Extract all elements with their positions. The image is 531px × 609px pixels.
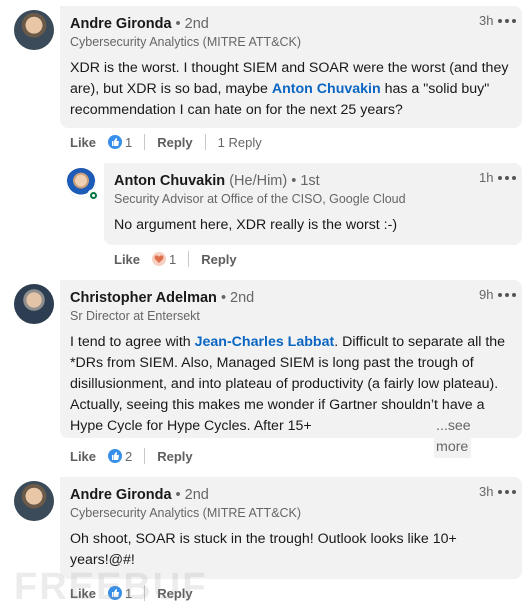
comment-header: Andre Gironda • 2nd (70, 16, 209, 32)
reaction-count[interactable]: 1 (169, 252, 176, 267)
reaction-count[interactable]: 2 (125, 449, 132, 464)
author-headline: Cybersecurity Analytics (MITRE ATT&CK) (70, 35, 302, 49)
connection-degree: • 1st (291, 173, 320, 189)
more-options-icon[interactable] (498, 292, 516, 298)
author-name[interactable]: Andre Gironda (70, 16, 172, 32)
comment-actions: Like 2 Reply (70, 448, 193, 464)
like-reaction-icon (108, 135, 123, 149)
connection-degree: • 2nd (220, 290, 255, 306)
online-status-icon (87, 189, 100, 202)
like-button[interactable]: Like (114, 252, 140, 267)
divider (144, 134, 146, 150)
more-options-icon[interactable] (498, 175, 516, 181)
comment-text: No argument here, XDR really is the wors… (114, 217, 398, 233)
reply-button[interactable]: Reply (157, 135, 192, 150)
like-button[interactable]: Like (70, 135, 96, 150)
connection-degree: • 2nd (175, 16, 209, 32)
like-button[interactable]: Like (70, 449, 96, 464)
reply-button[interactable]: Reply (201, 252, 236, 267)
heart-reaction-icon (152, 252, 167, 266)
comment-text-part: I tend to agree with (70, 334, 195, 350)
author-name[interactable]: Andre Gironda (70, 487, 172, 503)
comment-header: Christopher Adelman • 2nd (70, 290, 254, 306)
watermark: FREEBUF (14, 566, 208, 608)
author-headline: Sr Director at Entersekt (70, 309, 200, 323)
avatar[interactable] (14, 481, 54, 521)
comment-actions: Like 1 Reply (114, 251, 237, 267)
like-reaction-icon (108, 449, 123, 463)
replies-count-link[interactable]: 1 Reply (218, 135, 262, 150)
timestamp: 1h (479, 170, 494, 185)
comment-text: XDR is the worst. I thought SIEM and SOA… (70, 58, 510, 121)
divider (144, 448, 146, 464)
avatar[interactable] (14, 10, 54, 50)
timestamp: 3h (479, 13, 494, 28)
timestamp: 9h (479, 287, 494, 302)
author-pronouns: (He/Him) (229, 173, 288, 189)
author-headline: Cybersecurity Analytics (MITRE ATT&CK) (70, 506, 302, 520)
comment-header: Andre Gironda • 2nd (70, 487, 209, 503)
more-options-icon[interactable] (498, 18, 516, 24)
avatar[interactable] (14, 284, 54, 324)
reaction-count[interactable]: 1 (125, 135, 132, 150)
comment-header: Anton Chuvakin (He/Him) • 1st (114, 173, 320, 189)
timestamp: 3h (479, 484, 494, 499)
mention-link[interactable]: Anton Chuvakin (272, 81, 381, 97)
mention-link[interactable]: Jean-Charles Labbat (195, 334, 335, 350)
divider (204, 134, 206, 150)
divider (188, 251, 190, 267)
comment-actions: Like 1 Reply 1 Reply (70, 134, 262, 150)
connection-degree: • 2nd (175, 487, 209, 503)
author-name[interactable]: Christopher Adelman (70, 290, 217, 306)
more-options-icon[interactable] (498, 489, 516, 495)
comment-text: Oh shoot, SOAR is stuck in the trough! O… (70, 531, 457, 568)
author-headline: Security Advisor at Office of the CISO, … (114, 192, 406, 206)
author-name[interactable]: Anton Chuvakin (114, 173, 225, 189)
reply-button[interactable]: Reply (157, 449, 192, 464)
see-more-link[interactable]: ...see more (434, 416, 471, 458)
